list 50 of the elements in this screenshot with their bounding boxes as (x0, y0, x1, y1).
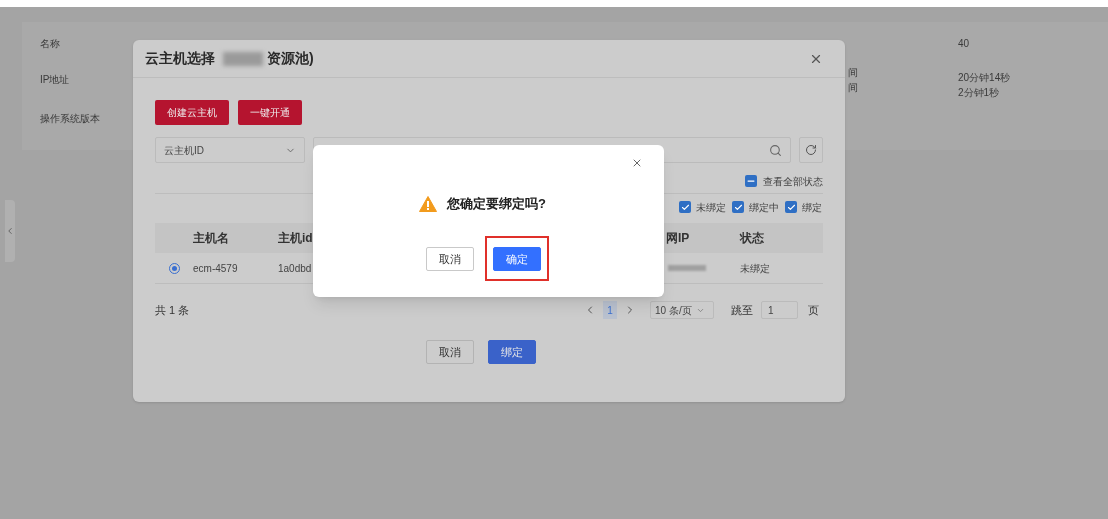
field-label: 间 (848, 81, 858, 95)
search-icon[interactable] (769, 143, 783, 157)
warning-icon (419, 195, 437, 212)
page-input[interactable]: 1 (761, 301, 798, 319)
checkbox-label: 未绑定 (696, 200, 726, 215)
table-cell-text: 未绑定 (740, 261, 770, 276)
checkbox[interactable] (732, 201, 744, 213)
dialog-title: 云主机选择 (145, 49, 215, 68)
table-cell-text: ecm-4579 (193, 261, 239, 276)
dialog-title: 资源池) (267, 49, 314, 68)
field-value: 40 (958, 37, 971, 51)
check-icon (733, 202, 743, 212)
check-icon (680, 202, 690, 212)
field-label: IP地址 (40, 73, 70, 87)
jump-label: 跳至 (731, 302, 753, 318)
column-header: 主机id (278, 230, 314, 247)
page-suffix: 页 (808, 302, 819, 318)
blurred-text (223, 51, 263, 66)
page-size-select[interactable]: 10 条/页 (650, 301, 714, 319)
chevron-left-icon (5, 226, 15, 236)
close-icon[interactable] (631, 157, 643, 169)
field-label: 间 (848, 66, 858, 80)
check-icon (786, 202, 796, 212)
cancel-button[interactable]: 取消 (425, 246, 474, 271)
action-button[interactable]: 一键开通 (238, 100, 302, 125)
confirm-button[interactable]: 确定 (492, 246, 541, 271)
field-label: 名称 (40, 37, 60, 51)
collapse-handle[interactable] (5, 200, 15, 262)
checkbox-label: 绑定中 (749, 200, 779, 215)
column-header: 网IP (666, 230, 691, 247)
column-header: 主机名 (193, 230, 230, 247)
checkbox-label: 绑定 (802, 200, 822, 215)
blurred-text (668, 265, 706, 271)
refresh-button[interactable] (799, 137, 823, 163)
checkbox-label: 查看全部状态 (763, 174, 823, 189)
refresh-icon (805, 144, 818, 156)
action-button[interactable]: 创建云主机 (155, 100, 229, 125)
column-header: 状态 (740, 230, 764, 247)
field-value: 2分钟1秒 (958, 86, 1001, 100)
confirm-button[interactable]: 绑定 (488, 340, 536, 364)
checkbox[interactable] (679, 201, 691, 213)
cancel-button[interactable]: 取消 (426, 340, 474, 364)
checkbox[interactable] (745, 175, 757, 187)
field-label: 操作系统版本 (40, 112, 100, 126)
checkbox[interactable] (785, 201, 797, 213)
field-value: 20分钟14秒 (958, 71, 1011, 85)
total-count: 共 1 条 (155, 302, 190, 318)
confirm-message: 您确定要绑定吗? (447, 195, 546, 213)
filter-select[interactable]: 云主机ID (155, 137, 305, 163)
table-cell-text: 1a0dbd (278, 261, 313, 276)
